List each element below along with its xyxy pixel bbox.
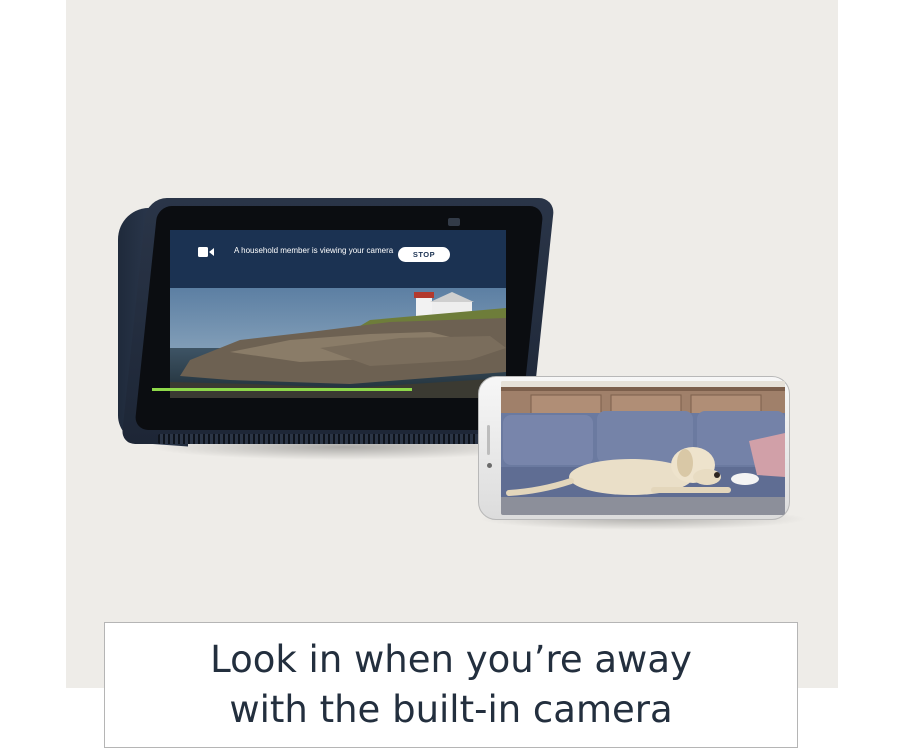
smartphone xyxy=(478,376,790,520)
caption-line-1: Look in when you’re away xyxy=(210,638,692,681)
stop-button[interactable]: STOP xyxy=(398,247,450,262)
camera-viewing-banner: A household member is viewing your camer… xyxy=(170,230,506,288)
echo-display: A household member is viewing your camer… xyxy=(170,230,506,398)
coastal-lighthouse-scene xyxy=(170,288,506,398)
phone-camera-icon xyxy=(487,463,492,468)
caption-line-2: with the built-in camera xyxy=(229,688,673,731)
speaker-grille xyxy=(158,434,488,444)
phone-display xyxy=(501,381,785,515)
banner-message: A household member is viewing your camer… xyxy=(234,246,394,255)
dog-on-sofa-scene xyxy=(501,381,785,515)
phone-speaker xyxy=(487,425,490,455)
caption-box: Look in when you’re away with the built-… xyxy=(104,622,798,748)
video-camera-icon xyxy=(198,247,214,257)
progress-bar xyxy=(152,388,412,391)
device-camera-icon xyxy=(448,218,460,226)
